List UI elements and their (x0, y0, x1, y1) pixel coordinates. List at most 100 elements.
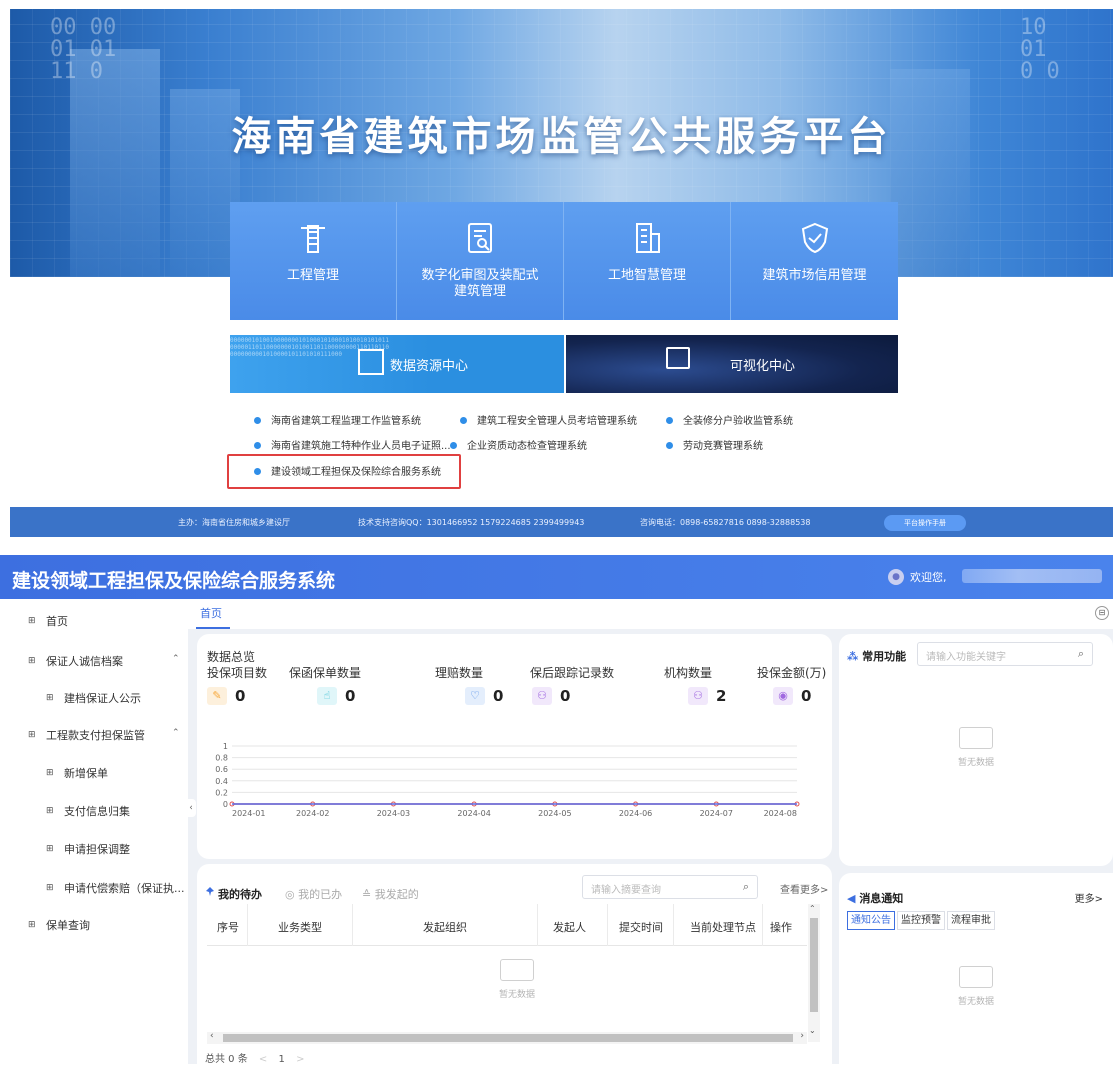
sidebar-item[interactable]: ⊞ 保证人诚信档案 (28, 653, 123, 669)
sidebar-item[interactable]: ⊞ 首页 (28, 613, 68, 629)
document-review-icon (468, 223, 492, 253)
tab-my-initiated[interactable]: ≙ 我发起的 (362, 886, 419, 902)
stat-name: 投保金额(万) (757, 666, 827, 680)
sidebar-item[interactable]: ⊞ 支付信息归集 (46, 803, 130, 819)
system-link[interactable]: 全装修分户验收监管系统 (666, 412, 793, 427)
stat-name: 保后跟踪记录数 (530, 666, 615, 680)
horizontal-scrollbar[interactable]: ‹ › (207, 1031, 807, 1044)
highlight-box (227, 454, 461, 489)
tab-approvals[interactable]: 流程审批 (947, 911, 995, 930)
system-link[interactable]: 企业资质动态检查管理系统 (450, 437, 587, 452)
todo-search-input[interactable]: 请输入摘要查询 ⌕ (582, 875, 758, 899)
footer-phone: 咨询电话：0898-65827816 0898-32888538 (640, 518, 811, 527)
todo-more-link[interactable]: 查看更多> (780, 881, 828, 896)
col-node: 当前处理节点 (690, 921, 756, 934)
tile-credit-management[interactable]: 建筑市场信用管理 (731, 202, 898, 320)
tile-label: 数字化审图及装配式 建筑管理 (421, 268, 539, 299)
portal-title: 海南省建筑市场监管公共服务平台 (231, 114, 892, 160)
sidebar-item[interactable]: ⊞ 申请代偿索赔（保证执... (46, 880, 185, 896)
system-link[interactable]: 建筑工程安全管理人员考培管理系统 (460, 412, 637, 427)
visualization-center[interactable]: 可视化中心 (566, 335, 898, 393)
notice-more-link[interactable]: 更多> (1075, 890, 1103, 905)
tile-digital-review[interactable]: 数字化审图及装配式 建筑管理 (397, 202, 564, 320)
stat-name: 机构数量 (664, 666, 713, 680)
username-redacted (962, 569, 1102, 583)
data-resource-center[interactable]: 0000001010010000000101000101000101001010… (230, 335, 564, 393)
tab-my-todo[interactable]: 我的待办 (218, 886, 262, 902)
todo-empty-state: 暂无数据 (467, 959, 567, 1000)
grid-icon: ⁂ (847, 650, 859, 663)
user-menu[interactable]: ● 欢迎您, (888, 569, 947, 585)
sidebar-item[interactable]: ⊞ 保单查询 (28, 917, 90, 933)
x-tick-label: 2024-04 (457, 809, 490, 818)
tile-smart-site[interactable]: 工地智慧管理 (564, 202, 731, 320)
x-tick-label: 2024-07 (700, 809, 733, 818)
y-tick-label: 0.2 (215, 788, 228, 797)
tab-bar: 首页 ⊟ (188, 599, 1113, 629)
stat-item: 理赔数量 ♡ 0 (435, 664, 503, 705)
tab-my-done[interactable]: ◎ 我的已办 (285, 886, 342, 902)
portal-screenshot: 00 00 01 01 11 0 10 01 0 0 海南省建筑市场监管公共服务平台 工… (0, 0, 1113, 537)
page-number[interactable]: 1 (279, 1054, 285, 1065)
search-icon[interactable]: ⌕ (1078, 647, 1084, 661)
sidebar-item[interactable]: ⊞ 建档保证人公示 (46, 690, 141, 706)
data-center-label: 数据资源中心 (390, 359, 469, 374)
x-tick-label: 2024-03 (377, 809, 410, 818)
visual-center-label: 可视化中心 (730, 359, 796, 374)
crane-icon (301, 225, 325, 253)
x-tick-label: 2024-06 (619, 809, 652, 818)
sidebar-collapse-button[interactable]: ‹ (186, 799, 196, 817)
org-icon: ⚇ (688, 687, 708, 705)
vertical-scrollbar[interactable]: ⌃ ⌄ (808, 904, 820, 1042)
collapse-caret-icon[interactable]: ⌃ (172, 654, 180, 664)
sidebar-item-label: 保证人诚信档案 (46, 655, 123, 668)
sidebar-item[interactable]: ⊞ 新增保单 (46, 765, 108, 781)
pencil-icon: ✎ (207, 687, 227, 705)
prev-page-button[interactable]: < (259, 1054, 267, 1065)
tab-home[interactable]: 首页 (200, 605, 222, 621)
search-icon[interactable]: ⌕ (743, 880, 749, 894)
sidebar-item[interactable]: ⊞ 工程款支付担保监管 (28, 727, 145, 743)
tab-announcements[interactable]: 通知公告 (847, 911, 895, 930)
tile-project-management[interactable]: 工程管理 (230, 202, 397, 320)
stat-item: 投保金额(万) ◉ 0 (757, 664, 826, 705)
sidebar-item-label: 新增保单 (64, 767, 108, 780)
app-header: 建设领域工程担保及保险综合服务系统 ● 欢迎您, (0, 555, 1113, 599)
stat-item: 投保项目数 ✎ 0 (207, 664, 267, 705)
collapse-caret-icon[interactable]: ⌃ (172, 728, 180, 738)
x-tick-label: 2024-02 (296, 809, 329, 818)
sidebar-item-label: 工程款支付担保监管 (46, 729, 145, 742)
col-initiator: 发起人 (553, 921, 586, 934)
next-page-button[interactable]: > (296, 1054, 304, 1065)
grid-icon: ⊞ (46, 693, 54, 703)
total-count: 总共 0 条 (205, 1054, 248, 1065)
common-empty-state: 暂无数据 (926, 727, 1026, 768)
system-link[interactable]: 海南省建筑工程监理工作监管系统 (254, 412, 421, 427)
grid-icon: ⊞ (46, 844, 54, 854)
notice-empty-state: 暂无数据 (926, 966, 1026, 1007)
stat-value: 0 (493, 687, 504, 705)
coin-icon: ◉ (773, 687, 793, 705)
stat-value: 2 (716, 687, 727, 705)
y-tick-label: 0.8 (215, 754, 228, 763)
sidebar-item[interactable]: ⊞ 申请担保调整 (46, 841, 130, 857)
manual-button[interactable]: 平台操作手册 (884, 515, 966, 531)
system-link[interactable]: 劳动竞赛管理系统 (666, 437, 763, 452)
common-functions-card: ⁂ 常用功能 请输入功能关键字 ⌕ 暂无数据 (839, 634, 1113, 866)
footer-support: 技术支持咨询QQ：1301466952 1579224685 239949994… (358, 518, 585, 527)
guarantee-system-app: 建设领域工程担保及保险综合服务系统 ● 欢迎您, ⊞ 首页 ⊞ 保证人诚信档案 ⌃ ⊞ 建档… (0, 555, 1113, 1065)
function-search-input[interactable]: 请输入功能关键字 ⌕ (917, 642, 1093, 666)
todo-card: 我的待办 ◎ 我的已办 ≙ 我发起的 请输入摘要查询 ⌕ 查看更多> 序号 业务… (197, 864, 832, 1065)
system-link[interactable]: 海南省建筑施工特种作业人员电子证照... (254, 437, 451, 452)
building-icon (636, 223, 660, 253)
y-tick-label: 0 (223, 800, 228, 809)
tab-menu-icon[interactable]: ⊟ (1095, 606, 1109, 620)
notice-card: ◀ 消息通知 更多> 通知公告 监控预警 流程审批 暂无数据 (839, 873, 1113, 1064)
stat-item: 保函保单数量 ☝ 0 (289, 664, 361, 705)
app-title: 建设领域工程担保及保险综合服务系统 (12, 570, 336, 592)
grid-icon: ⊞ (46, 806, 54, 816)
tab-warnings[interactable]: 监控预警 (897, 911, 945, 930)
portal-footer: 主办：海南省住房和城乡建设厅 技术支持咨询QQ：1301466952 15792… (10, 507, 1113, 537)
y-tick-label: 0.6 (215, 765, 228, 774)
y-tick-label: 1 (223, 742, 228, 751)
